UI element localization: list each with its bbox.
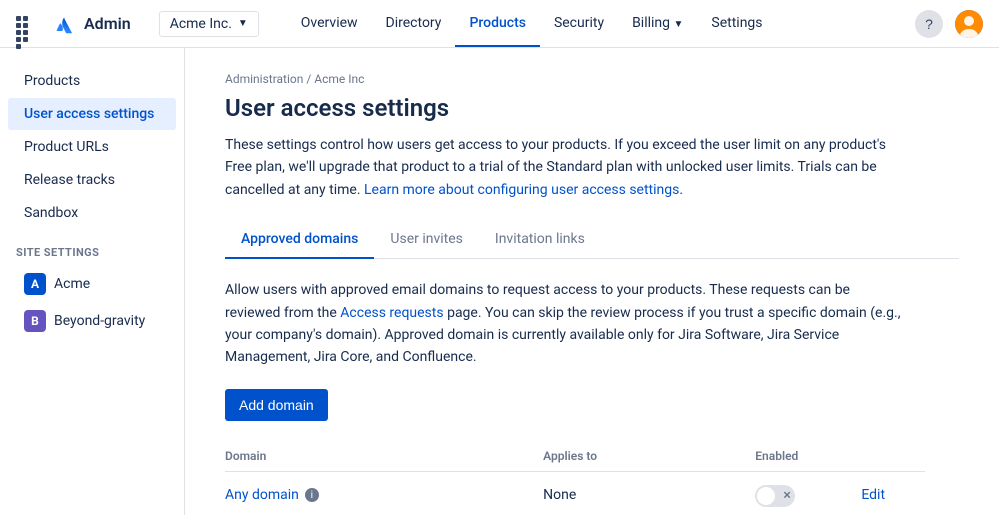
page-description: These settings control how users get acc… [225,134,905,201]
tab-user-invites[interactable]: User invites [374,221,479,259]
nav-item-overview[interactable]: Overview [287,1,372,47]
access-requests-link[interactable]: Access requests [340,305,443,321]
applies-to-cell-any: None [543,471,755,515]
add-domain-button[interactable]: Add domain [225,389,328,421]
breadcrumb-admin[interactable]: Administration [225,72,303,86]
learn-more-link[interactable]: Learn more about configuring user access… [364,182,679,198]
breadcrumb: Administration / Acme Inc [225,72,959,86]
sidebar-item-user-access-settings[interactable]: User access settings [8,98,176,130]
main-content: Administration / Acme Inc User access se… [185,48,999,515]
beyond-gravity-site-label: Beyond-gravity [54,313,145,329]
approved-domains-description: Allow users with approved email domains … [225,279,905,369]
edit-cell-any: Edit [861,471,925,515]
user-avatar[interactable] [955,10,983,38]
tab-approved-domains[interactable]: Approved domains [225,221,374,259]
sidebar: Products User access settings Product UR… [0,48,185,515]
column-header-applies-to: Applies to [543,441,755,472]
toggle-cell-any: ✕ [755,471,861,515]
tabs: Approved domains User invites Invitation… [225,221,959,259]
site-settings-label: SITE SETTINGS [0,230,184,265]
admin-label: Admin [84,14,131,33]
help-button[interactable]: ? [915,10,943,38]
sidebar-site-acme[interactable]: A Acme [8,266,176,302]
sidebar-item-sandbox[interactable]: Sandbox [8,197,176,229]
nav-item-directory[interactable]: Directory [372,1,456,47]
atlassian-logo: Admin [52,12,131,36]
sidebar-site-beyond-gravity[interactable]: B Beyond-gravity [8,303,176,339]
topnav: Admin Acme Inc. ▼ Overview Directory Pro… [0,0,999,48]
edit-link-any[interactable]: Edit [861,487,885,503]
topnav-actions: ? [915,10,983,38]
toggle-track-any: ✕ [755,485,795,507]
sidebar-item-release-tracks[interactable]: Release tracks [8,164,176,196]
org-switcher[interactable]: Acme Inc. ▼ [159,11,259,37]
acme-site-label: Acme [54,276,90,292]
topnav-navigation: Overview Directory Products Security Bil… [287,1,895,47]
nav-item-settings[interactable]: Settings [697,1,776,47]
beyond-gravity-site-icon: B [24,310,46,332]
nav-item-billing[interactable]: Billing ▼ [618,1,697,47]
sidebar-item-products[interactable]: Products [8,65,176,97]
tab-invitation-links[interactable]: Invitation links [479,221,601,259]
main-layout: Products User access settings Product UR… [0,48,999,515]
column-header-action [861,441,925,472]
org-name: Acme Inc. [170,16,232,32]
page-title: User access settings [225,94,959,122]
domain-table: Domain Applies to Enabled Any domain i [225,441,925,515]
nav-item-products[interactable]: Products [455,1,540,47]
org-chevron-icon: ▼ [238,18,248,29]
domain-cell-any: Any domain i [225,471,543,515]
sidebar-item-product-urls[interactable]: Product URLs [8,131,176,163]
acme-site-icon: A [24,273,46,295]
breadcrumb-org[interactable]: Acme Inc [314,72,364,86]
nav-item-security[interactable]: Security [540,1,618,47]
domain-link-any[interactable]: Any domain [225,487,299,503]
info-icon-any[interactable]: i [305,488,319,502]
toggle-any-domain[interactable]: ✕ [755,485,795,507]
avatar-image [955,10,983,38]
domain-table-header: Domain Applies to Enabled [225,441,925,472]
table-row: Any domain i None ✕ [225,471,925,515]
toggle-thumb-any [757,487,775,505]
column-header-enabled: Enabled [755,441,861,472]
toggle-off-icon: ✕ [783,490,791,501]
approved-domains-content: Allow users with approved email domains … [225,279,959,515]
grid-icon[interactable] [16,16,32,32]
column-header-domain: Domain [225,441,543,472]
atlassian-icon [52,12,76,36]
